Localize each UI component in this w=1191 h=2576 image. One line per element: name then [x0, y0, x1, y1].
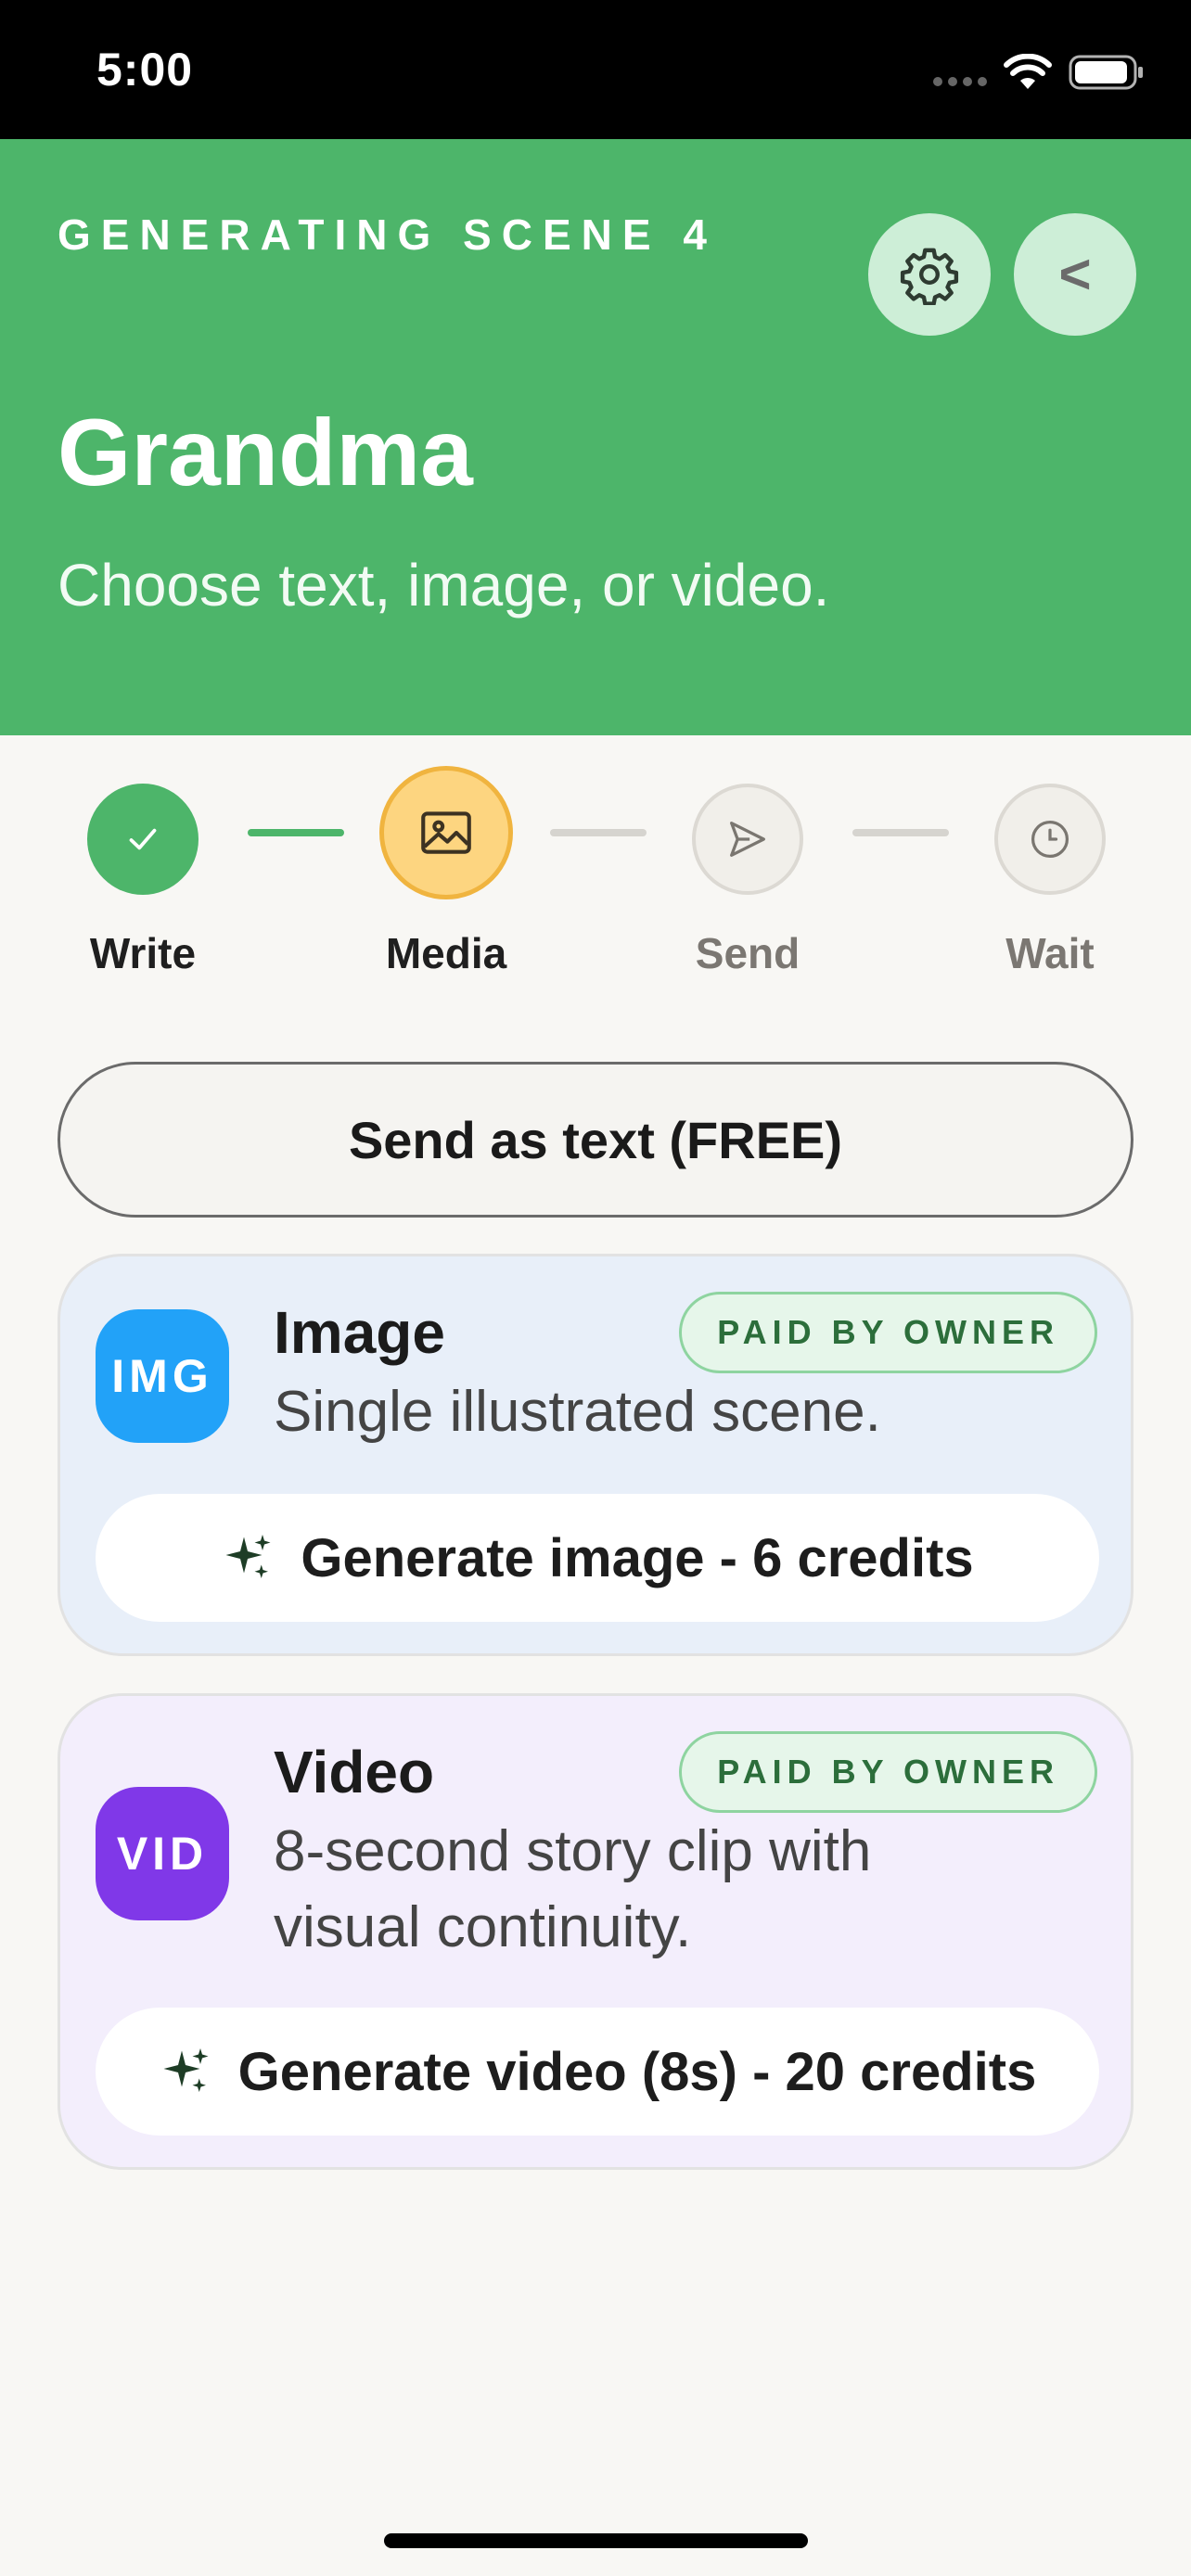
check-icon — [129, 828, 157, 850]
step-connector-pending — [550, 829, 647, 836]
clock-icon — [1031, 820, 1069, 859]
status-time: 5:00 — [96, 44, 194, 96]
send-icon — [730, 822, 765, 857]
sparkle-icon — [225, 1535, 271, 1578]
generate-video-button[interactable]: Generate video (8s) - 20 credits — [96, 2008, 1099, 2136]
gear-icon — [900, 248, 959, 305]
step-wait-circle — [994, 784, 1106, 895]
generate-video-label: Generate video (8s) - 20 credits — [237, 2041, 1037, 2102]
scene-eyebrow: GENERATING SCENE 4 — [58, 210, 717, 259]
home-indicator[interactable] — [384, 2533, 808, 2548]
battery-icon — [1069, 55, 1143, 90]
step-write-circle — [87, 784, 198, 895]
wifi-icon — [1004, 54, 1052, 89]
video-option-title: Video — [274, 1739, 435, 1805]
sparkle-icon — [163, 2048, 209, 2092]
generate-image-button[interactable]: Generate image - 6 credits — [96, 1494, 1099, 1622]
progress-stepper: Write Media Send Wait — [0, 735, 1191, 1014]
scene-header: GENERATING SCENE 4 < Grandma Choose text… — [0, 139, 1191, 735]
status-bar: 5:00 — [0, 0, 1191, 139]
image-option-title: Image — [274, 1299, 445, 1366]
image-icon — [421, 811, 471, 854]
status-icons — [933, 54, 1145, 91]
image-option-card: IMG Image PAID BY OWNER Single illustrat… — [58, 1254, 1133, 1656]
chevron-left-icon: < — [1058, 243, 1092, 305]
step-label-send: Send — [695, 929, 800, 977]
cellular-signal-icon — [933, 77, 987, 86]
step-label-wait: Wait — [1005, 929, 1095, 977]
header-subtitle: Choose text, image, or video. — [58, 552, 830, 618]
send-as-text-button[interactable]: Send as text (FREE) — [58, 1062, 1133, 1218]
video-paid-badge: PAID BY OWNER — [679, 1731, 1097, 1813]
back-button[interactable]: < — [1014, 213, 1136, 336]
step-media-circle — [379, 766, 513, 899]
step-label-write: Write — [89, 929, 197, 977]
recipient-name: Grandma — [58, 400, 473, 505]
video-badge: VID — [96, 1787, 229, 1920]
generate-image-label: Generate image - 6 credits — [301, 1527, 974, 1588]
video-option-card: VID Video PAID BY OWNER 8-second story c… — [58, 1693, 1133, 2170]
video-option-description: 8-second story clip with visual continui… — [274, 1819, 872, 1959]
image-paid-badge: PAID BY OWNER — [679, 1292, 1097, 1373]
step-send-circle — [692, 784, 803, 895]
step-connector-done — [248, 829, 344, 836]
image-option-description: Single illustrated scene. — [274, 1380, 881, 1444]
image-badge: IMG — [96, 1309, 229, 1443]
settings-button[interactable] — [868, 213, 991, 336]
step-connector-pending — [852, 829, 949, 836]
step-label-media: Media — [385, 929, 507, 977]
